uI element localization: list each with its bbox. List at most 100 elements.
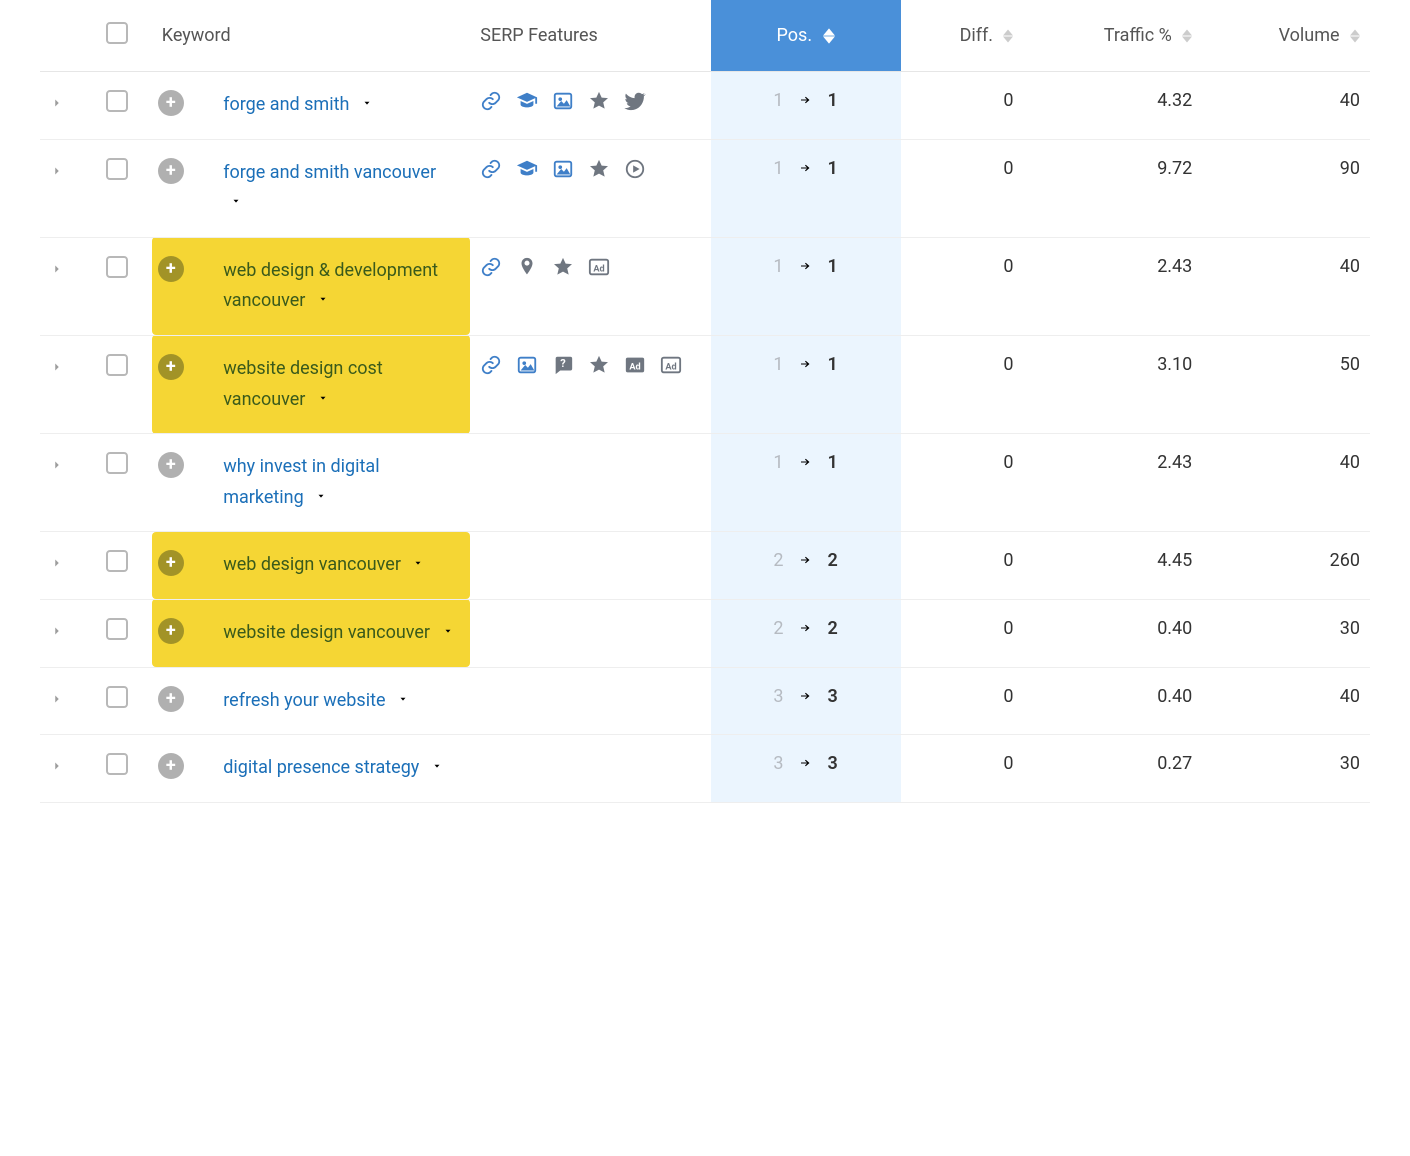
add-keyword-button[interactable]: +: [158, 256, 184, 282]
header-diff[interactable]: Diff.: [901, 0, 1024, 72]
keyword-menu-caret-icon[interactable]: [316, 383, 330, 414]
image-pack-icon: [516, 354, 538, 376]
expand-row-icon[interactable]: [50, 757, 64, 771]
volume-value: 260: [1202, 532, 1370, 600]
row-checkbox[interactable]: [106, 753, 128, 775]
diff-value: 0: [901, 532, 1024, 600]
position-change: 1 1: [773, 256, 837, 277]
traffic-value: 3.10: [1023, 335, 1202, 433]
table-row: + website design vancouver 2 2 0 0.40 30: [40, 599, 1370, 667]
arrow-right-icon: [797, 550, 813, 571]
header-keyword[interactable]: Keyword: [152, 0, 471, 72]
volume-value: 30: [1202, 735, 1370, 803]
keyword-menu-caret-icon[interactable]: [411, 548, 425, 579]
header-serp-features[interactable]: SERP Features: [470, 0, 710, 72]
keyword-menu-caret-icon[interactable]: [441, 616, 455, 647]
people-also-ask-icon: [552, 354, 574, 376]
keyword-link[interactable]: web design & development vancouver: [223, 260, 438, 312]
diff-value: 0: [901, 599, 1024, 667]
row-checkbox[interactable]: [106, 686, 128, 708]
volume-value: 30: [1202, 599, 1370, 667]
expand-row-icon[interactable]: [50, 622, 64, 636]
position-change: 1 1: [773, 90, 837, 111]
keyword-menu-caret-icon[interactable]: [314, 481, 328, 512]
table-row: + why invest in digital marketing 1 1 0 …: [40, 434, 1370, 532]
keyword-menu-caret-icon[interactable]: [360, 88, 374, 119]
add-keyword-button[interactable]: +: [158, 452, 184, 478]
expand-row-icon[interactable]: [50, 358, 64, 372]
traffic-value: 2.43: [1023, 237, 1202, 335]
row-checkbox[interactable]: [106, 158, 128, 180]
position-change: 2 2: [773, 550, 837, 571]
add-keyword-button[interactable]: +: [158, 90, 184, 116]
header-volume[interactable]: Volume: [1202, 0, 1370, 72]
keyword-link[interactable]: digital presence strategy: [223, 757, 419, 778]
reviews-icon: [588, 158, 610, 180]
volume-value: 40: [1202, 667, 1370, 735]
expand-row-icon[interactable]: [50, 554, 64, 568]
row-checkbox[interactable]: [106, 550, 128, 572]
add-keyword-button[interactable]: +: [158, 753, 184, 779]
serp-features-cell: [470, 72, 710, 140]
header-position[interactable]: Pos.: [711, 0, 901, 72]
serp-features-cell: [470, 599, 710, 667]
serp-features-cell: [470, 735, 710, 803]
header-traffic[interactable]: Traffic %: [1023, 0, 1202, 72]
keyword-link[interactable]: forge and smith: [223, 94, 349, 115]
row-checkbox[interactable]: [106, 256, 128, 278]
keyword-link[interactable]: website design vancouver: [223, 622, 430, 643]
position-change: 1 1: [773, 452, 837, 473]
ads-bottom-icon: [588, 256, 610, 278]
knowledge-panel-icon: [516, 158, 538, 180]
expand-row-icon[interactable]: [50, 162, 64, 176]
table-row: + refresh your website 3 3 0 0.40 40: [40, 667, 1370, 735]
expand-row-icon[interactable]: [50, 260, 64, 274]
sort-icon: [1182, 29, 1192, 43]
serp-features-cell: [470, 434, 710, 532]
keyword-menu-caret-icon[interactable]: [229, 186, 243, 217]
image-pack-icon: [552, 90, 574, 112]
position-change: 2 2: [773, 618, 837, 639]
arrow-right-icon: [797, 256, 813, 277]
traffic-value: 0.40: [1023, 599, 1202, 667]
diff-value: 0: [901, 667, 1024, 735]
keyword-menu-caret-icon[interactable]: [316, 284, 330, 315]
volume-value: 90: [1202, 139, 1370, 237]
row-checkbox[interactable]: [106, 354, 128, 376]
reviews-icon: [588, 90, 610, 112]
position-change: 1 1: [773, 158, 837, 179]
keyword-menu-caret-icon[interactable]: [430, 751, 444, 782]
keyword-link[interactable]: website design cost vancouver: [223, 358, 383, 410]
select-all-checkbox[interactable]: [106, 22, 128, 44]
add-keyword-button[interactable]: +: [158, 550, 184, 576]
keyword-link[interactable]: web design vancouver: [223, 554, 401, 575]
arrow-right-icon: [797, 686, 813, 707]
table-row: + website design cost vancouver 1 1 0 3.…: [40, 335, 1370, 433]
add-keyword-button[interactable]: +: [158, 686, 184, 712]
keyword-link[interactable]: refresh your website: [223, 690, 385, 711]
traffic-value: 4.32: [1023, 72, 1202, 140]
row-checkbox[interactable]: [106, 452, 128, 474]
row-checkbox[interactable]: [106, 90, 128, 112]
expand-row-icon[interactable]: [50, 456, 64, 470]
sitelinks-icon: [480, 256, 502, 278]
sitelinks-icon: [480, 90, 502, 112]
image-pack-icon: [552, 158, 574, 180]
expand-row-icon[interactable]: [50, 690, 64, 704]
keyword-link[interactable]: forge and smith vancouver: [223, 162, 436, 183]
traffic-value: 0.40: [1023, 667, 1202, 735]
arrow-right-icon: [797, 90, 813, 111]
add-keyword-button[interactable]: +: [158, 158, 184, 184]
diff-value: 0: [901, 139, 1024, 237]
add-keyword-button[interactable]: +: [158, 618, 184, 644]
video-icon: [624, 158, 646, 180]
row-checkbox[interactable]: [106, 618, 128, 640]
keyword-link[interactable]: why invest in digital marketing: [223, 456, 379, 508]
keyword-menu-caret-icon[interactable]: [396, 684, 410, 715]
add-keyword-button[interactable]: +: [158, 354, 184, 380]
twitter-icon: [624, 90, 646, 112]
arrow-right-icon: [797, 753, 813, 774]
local-pack-icon: [516, 256, 538, 278]
diff-value: 0: [901, 335, 1024, 433]
expand-row-icon[interactable]: [50, 94, 64, 108]
